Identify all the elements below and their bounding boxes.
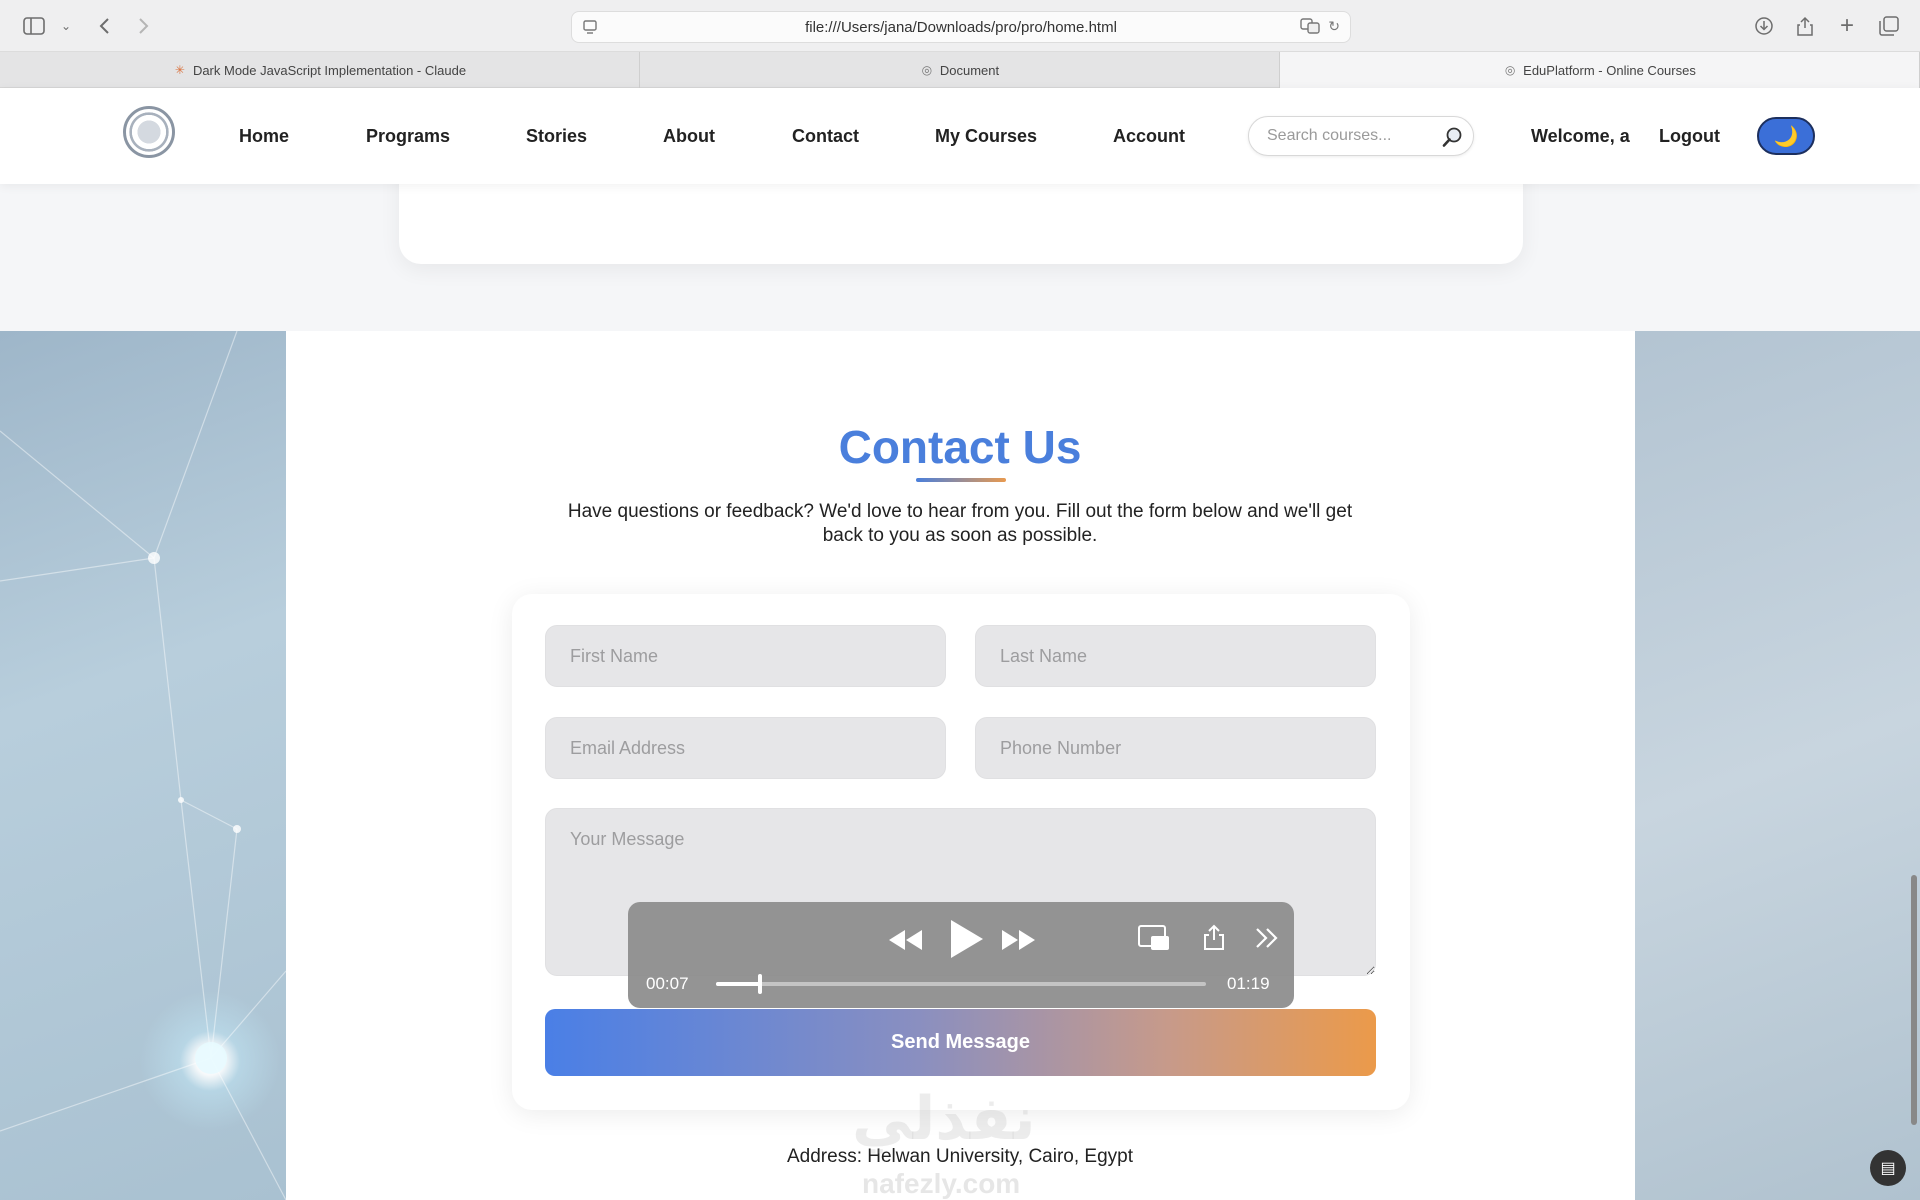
dark-mode-toggle[interactable]: 🌙 xyxy=(1757,117,1815,155)
downloads-icon[interactable] xyxy=(1752,14,1776,38)
nav-my-courses[interactable]: My Courses xyxy=(935,126,1037,147)
scrubber-progress xyxy=(716,982,761,986)
send-message-button[interactable]: Send Message xyxy=(545,1009,1376,1076)
browser-toolbar: ⌄ file:///Users/jana/Downloads/pro/pro/h… xyxy=(0,0,1920,52)
nav-account[interactable]: Account xyxy=(1113,126,1185,147)
fast-forward-icon[interactable] xyxy=(998,920,1038,960)
tab-claude[interactable]: ✳ Dark Mode JavaScript Implementation - … xyxy=(0,52,640,88)
first-name-field[interactable] xyxy=(545,625,946,687)
sidebar-toggle-icon[interactable] xyxy=(22,14,46,38)
page-info-icon[interactable] xyxy=(582,19,598,35)
phone-field[interactable] xyxy=(975,717,1376,779)
rewind-icon[interactable] xyxy=(886,920,926,960)
play-icon[interactable] xyxy=(942,914,992,964)
new-tab-plus-icon[interactable]: + xyxy=(1835,12,1859,39)
reload-icon[interactable]: ↻ xyxy=(1328,18,1340,37)
moon-icon: 🌙 xyxy=(1773,125,1799,148)
live-text-icon[interactable]: ▤ xyxy=(1870,1150,1906,1186)
tab-label: Dark Mode JavaScript Implementation - Cl… xyxy=(192,62,467,78)
address-bar[interactable]: file:///Users/jana/Downloads/pro/pro/hom… xyxy=(571,11,1351,43)
share-icon[interactable] xyxy=(1793,14,1817,38)
double-chevron-right-icon[interactable] xyxy=(1250,920,1284,956)
tab-bar: ✳ Dark Mode JavaScript Implementation - … xyxy=(0,52,1920,88)
course-search xyxy=(1248,116,1474,156)
nav-home[interactable]: Home xyxy=(239,126,289,147)
compass-icon: ◎ xyxy=(1504,63,1516,77)
nav-about[interactable]: About xyxy=(663,126,715,147)
tab-overview-icon[interactable] xyxy=(1877,14,1901,38)
search-icon[interactable] xyxy=(1439,123,1467,151)
back-arrow-icon[interactable] xyxy=(92,14,116,38)
university-logo[interactable] xyxy=(123,106,175,158)
playback-scrubber[interactable] xyxy=(716,974,1206,994)
last-name-field[interactable] xyxy=(975,625,1376,687)
scrubber-handle[interactable] xyxy=(758,974,763,994)
share-icon[interactable] xyxy=(1196,918,1232,956)
nav-stories[interactable]: Stories xyxy=(526,126,587,147)
email-field[interactable] xyxy=(545,717,946,779)
logout-link[interactable]: Logout xyxy=(1659,126,1720,147)
site-navbar: Home Programs Stories About Contact My C… xyxy=(0,88,1920,184)
translate-icon[interactable] xyxy=(1300,18,1320,37)
forward-arrow-icon[interactable] xyxy=(132,14,156,38)
watermark-latin: nafezly.com xyxy=(862,1168,1021,1199)
search-input[interactable] xyxy=(1267,127,1427,145)
contact-title: Contact Us xyxy=(838,421,1082,473)
contact-subtitle: Have questions or feedback? We'd love to… xyxy=(567,501,1353,546)
chevron-down-icon[interactable]: ⌄ xyxy=(54,14,78,38)
tab-label: Document xyxy=(939,62,1000,78)
title-underline xyxy=(916,478,1006,482)
compass-icon: ◎ xyxy=(921,63,933,77)
tab-label: EduPlatform - Online Courses xyxy=(1523,62,1696,78)
picture-in-picture-icon[interactable] xyxy=(1136,920,1172,956)
url-text: file:///Users/jana/Downloads/pro/pro/hom… xyxy=(805,18,1117,36)
elapsed-time: 00:07 xyxy=(646,974,689,993)
nav-contact[interactable]: Contact xyxy=(792,126,859,147)
tab-eduplatform[interactable]: ◎ EduPlatform - Online Courses xyxy=(1280,52,1920,88)
tab-document[interactable]: ◎ Document xyxy=(640,52,1280,88)
nav-programs[interactable]: Programs xyxy=(366,126,450,147)
page-scrollbar[interactable] xyxy=(1911,875,1917,1125)
claude-logo-icon: ✳ xyxy=(174,63,185,77)
watermark-arabic: نفذلي xyxy=(852,1084,1036,1154)
total-duration: 01:19 xyxy=(1227,974,1270,993)
welcome-text: Welcome, a xyxy=(1531,126,1630,146)
video-player-controls: 00:07 01:19 xyxy=(628,902,1294,1008)
